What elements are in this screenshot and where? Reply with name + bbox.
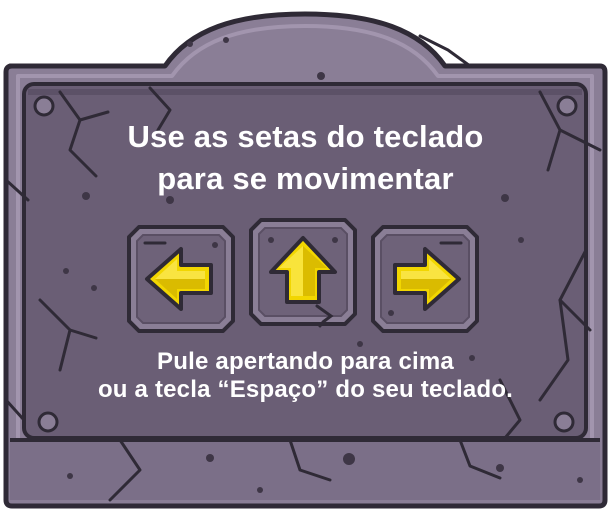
instruction-line-2: ou a tecla “Espaço” do seu teclado. [97, 376, 514, 403]
arrow-left-icon [127, 225, 235, 333]
heading-line-1: Use as setas do teclado [127, 119, 484, 154]
tutorial-panel: Use as setas do teclado para se moviment… [0, 0, 611, 512]
stone-tablet-ledge [10, 440, 600, 500]
arrow-right-key[interactable] [369, 223, 481, 335]
arrow-up-icon [249, 218, 357, 326]
arrow-up-key[interactable] [247, 216, 359, 328]
heading-line-2: para se movimentar [157, 161, 454, 196]
tutorial-heading: Use as setas do teclado para se moviment… [0, 116, 611, 200]
arrow-left-key[interactable] [125, 223, 237, 335]
tutorial-instruction: Pule apertando para cima ou a tecla “Esp… [0, 348, 611, 404]
arrow-right-icon [371, 225, 479, 333]
instruction-line-1: Pule apertando para cima [157, 348, 454, 375]
